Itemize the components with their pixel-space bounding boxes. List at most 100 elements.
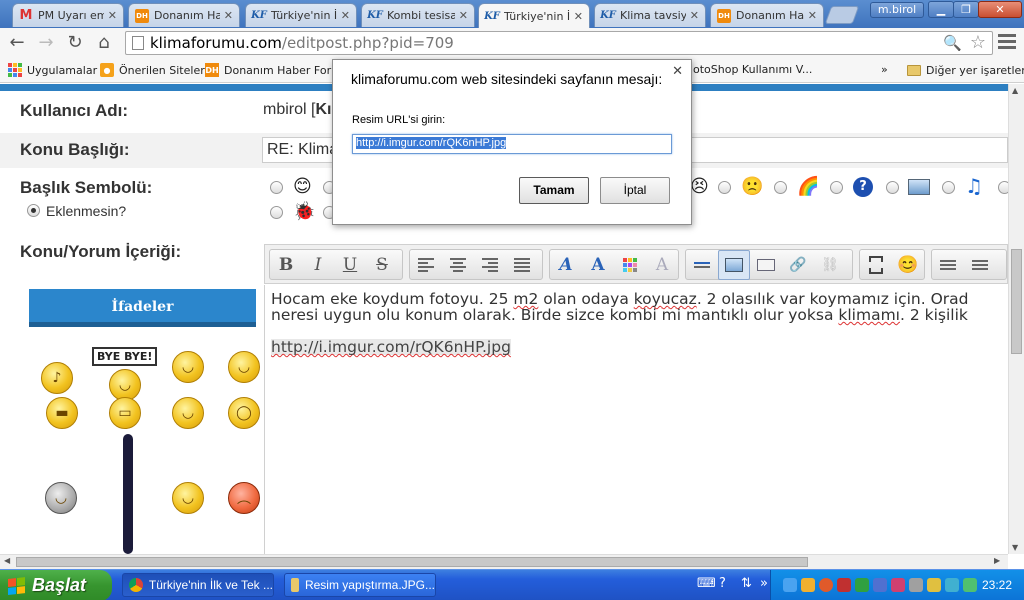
back-arrow-icon[interactable]: ← [5, 32, 29, 56]
smiley-ghost-icon[interactable]: ◡ [45, 482, 77, 514]
smiley-grin-icon[interactable]: ▭ [109, 397, 141, 429]
remove-format-icon[interactable]: A [646, 250, 678, 280]
symbol-radio[interactable] [830, 181, 843, 194]
smiley-wink-icon[interactable]: ◡ [172, 397, 204, 429]
tab-close-icon[interactable]: ✕ [341, 9, 350, 22]
cancel-button[interactable]: İptal [600, 177, 670, 204]
horizontal-rule-icon[interactable] [686, 250, 718, 280]
align-right-button[interactable] [474, 250, 506, 280]
quicklaunch-expand-icon[interactable]: » [760, 576, 768, 591]
taskbar-item-paint[interactable]: Resim yapıştırma.JPG... [284, 573, 436, 597]
start-button[interactable]: Başlat [0, 570, 112, 600]
profile-button[interactable]: m.birol [870, 2, 924, 18]
tab-close-icon[interactable]: ✕ [224, 9, 233, 22]
smiley-dancer-pole-icon[interactable] [123, 434, 133, 554]
tab-klima-tavsiye[interactable]: KF Klima tavsiye ✕ [594, 3, 706, 27]
tab-donanim-haber-1[interactable]: DH Donanım Hab ✕ [128, 3, 240, 27]
smiley-police-icon[interactable]: ◡ [228, 351, 260, 383]
symbol-radio[interactable] [270, 181, 283, 194]
scroll-right-arrow-icon[interactable]: ▶ [994, 556, 1000, 565]
minimize-icon[interactable]: ▁ [928, 1, 954, 18]
new-tab-button[interactable] [824, 6, 860, 24]
home-icon[interactable]: ⌂ [92, 32, 116, 56]
tray-update-icon[interactable] [855, 578, 869, 592]
forward-arrow-icon[interactable]: → [34, 32, 58, 56]
taskbar-item-chrome[interactable]: Türkiye'nin İlk ve Tek ... [122, 573, 274, 597]
tab-close-icon[interactable]: ✕ [808, 9, 817, 22]
post-content-editor[interactable]: Hocam eke koydum fotoyu. 25 m2 olan oday… [264, 285, 1008, 554]
tray-volume-icon[interactable] [909, 578, 923, 592]
scroll-down-arrow-icon[interactable]: ▼ [1012, 543, 1018, 552]
bookmark-suggested-sites[interactable]: ● Önerilen Siteler [100, 63, 205, 77]
tab-close-icon[interactable]: ✕ [574, 10, 583, 23]
no-symbol-radio[interactable] [27, 204, 40, 217]
tray-chrome-icon[interactable] [819, 578, 833, 592]
symbol-radio[interactable] [270, 206, 283, 219]
zoom-icon[interactable]: 🔍 [943, 34, 962, 52]
insert-video-icon[interactable] [860, 250, 892, 280]
remove-link-icon[interactable]: ⛓ [814, 250, 846, 280]
reload-icon[interactable]: ↻ [63, 32, 87, 56]
bookmark-dh-forum[interactable]: DH Donanım Haber Forum [205, 63, 349, 77]
smiley-angry-icon[interactable]: ︵ [228, 482, 260, 514]
tray-safely-remove-icon[interactable] [927, 578, 941, 592]
page-vertical-scrollbar[interactable]: ▲ ▼ [1008, 84, 1024, 554]
tab-close-icon[interactable]: ✕ [108, 9, 117, 22]
bookmark-photoshop[interactable]: otoShop Kullanımı V... [693, 63, 812, 76]
tray-app-icon[interactable] [801, 578, 815, 592]
tray-antivirus-icon[interactable] [891, 578, 905, 592]
smiley-saxophone-icon[interactable]: ♪ [41, 362, 73, 394]
insert-link-icon[interactable]: 🔗 [782, 250, 814, 280]
tab-close-icon[interactable]: ✕ [459, 9, 468, 22]
symbol-radio[interactable] [774, 181, 787, 194]
image-url-input[interactable]: http://i.imgur.com/rQK6nHP.jpg [352, 134, 672, 154]
font-family-icon[interactable]: A [550, 250, 582, 280]
restore-icon[interactable]: ❐ [953, 1, 979, 18]
symbol-radio[interactable] [718, 181, 731, 194]
color-palette-icon[interactable] [614, 250, 646, 280]
italic-button[interactable]: I [302, 250, 334, 280]
bye-bye-sign[interactable]: BYE BYE! [92, 347, 158, 366]
font-size-icon[interactable]: A [582, 250, 614, 280]
scroll-left-arrow-icon[interactable]: ◀ [4, 556, 10, 565]
tab-donanim-haber-2[interactable]: DH Donanım Hab ✕ [710, 3, 824, 27]
scroll-up-arrow-icon[interactable]: ▲ [1012, 86, 1018, 95]
smiley-laugh-icon[interactable]: ◯ [228, 397, 260, 429]
numbered-list-icon[interactable] [964, 250, 996, 280]
ok-button[interactable]: Tamam [519, 177, 589, 204]
tab-turkiyenin-1[interactable]: KF Türkiye'nin İl ✕ [245, 3, 357, 27]
desktop-icon[interactable]: ⇅ [741, 576, 752, 591]
help-icon[interactable]: ? [719, 576, 726, 591]
keyboard-icon[interactable]: ⌨ [697, 576, 716, 591]
vertical-scroll-thumb[interactable] [1011, 249, 1022, 354]
tab-turkiyenin-active[interactable]: KF Türkiye'nin İl ✕ [478, 3, 590, 28]
page-horizontal-scrollbar[interactable]: ◀ ▶ [0, 554, 1008, 569]
align-center-button[interactable] [442, 250, 474, 280]
tray-connection-icon[interactable] [945, 578, 959, 592]
bookmark-other-folder[interactable]: Diğer yer işaretleri [907, 63, 1024, 77]
tray-shield-icon[interactable] [837, 578, 851, 592]
bookmark-apps[interactable]: Uygulamalar [8, 63, 97, 77]
close-window-icon[interactable]: ✕ [978, 1, 1022, 18]
symbol-radio[interactable] [998, 181, 1008, 194]
justify-button[interactable] [506, 250, 538, 280]
strikethrough-button[interactable]: S [366, 250, 398, 280]
tab-kombi-tesisat[interactable]: KF Kombi tesisat ✕ [361, 3, 475, 27]
insert-email-icon[interactable] [750, 250, 782, 280]
tray-network-icon[interactable] [783, 578, 797, 592]
tray-battery-icon[interactable] [963, 578, 977, 592]
address-bar[interactable]: klimaforumu.com/editpost.php?pid=709 🔍 ☆ [125, 31, 993, 55]
tray-monitor-icon[interactable] [873, 578, 887, 592]
tab-pm-uyari[interactable]: M PM Uyarı em ✕ [12, 3, 124, 27]
insert-smiley-icon[interactable]: 😊 [892, 250, 924, 280]
bullet-list-icon[interactable] [932, 250, 964, 280]
smiley-angel-icon[interactable]: ◡ [172, 482, 204, 514]
bookmark-star-icon[interactable]: ☆ [970, 32, 986, 53]
align-left-button[interactable] [410, 250, 442, 280]
underline-button[interactable]: U [334, 250, 366, 280]
smiley-smile-icon[interactable]: ◡ [172, 351, 204, 383]
smiley-cool-icon[interactable]: ▬ [46, 397, 78, 429]
symbol-radio[interactable] [886, 181, 899, 194]
symbol-radio[interactable] [942, 181, 955, 194]
insert-image-icon[interactable] [718, 249, 750, 280]
